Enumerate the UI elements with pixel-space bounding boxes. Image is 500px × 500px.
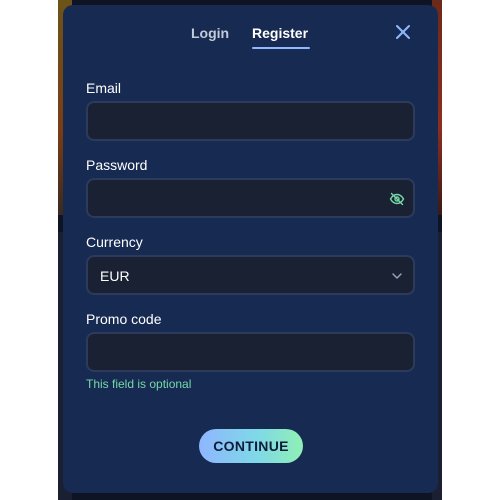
close-button[interactable] xyxy=(393,22,413,42)
currency-selected-value: EUR xyxy=(100,268,130,284)
email-label: Email xyxy=(86,80,122,96)
auth-modal: Login Register Email Password Currency E… xyxy=(63,5,438,493)
tab-register[interactable]: Register xyxy=(252,25,308,42)
continue-button[interactable]: CONTINUE xyxy=(199,429,303,463)
password-field[interactable] xyxy=(88,180,413,216)
screen: Login Register Email Password Currency E… xyxy=(0,0,500,500)
auth-tabs: Login Register xyxy=(63,25,438,55)
tab-login[interactable]: Login xyxy=(191,25,229,42)
close-icon xyxy=(396,25,410,39)
promo-code-field-wrapper xyxy=(86,332,415,372)
currency-label: Currency xyxy=(86,234,143,250)
chevron-down-icon xyxy=(392,273,402,279)
password-label: Password xyxy=(86,157,148,173)
email-field[interactable] xyxy=(88,103,413,139)
password-field-wrapper xyxy=(86,178,415,218)
email-field-wrapper xyxy=(86,101,415,141)
active-tab-indicator xyxy=(252,47,310,49)
currency-select[interactable]: EUR xyxy=(86,255,415,295)
promo-code-label: Promo code xyxy=(86,311,162,327)
eye-off-icon[interactable] xyxy=(389,191,405,207)
promo-code-field[interactable] xyxy=(88,334,413,370)
promo-code-hint: This field is optional xyxy=(86,377,192,391)
